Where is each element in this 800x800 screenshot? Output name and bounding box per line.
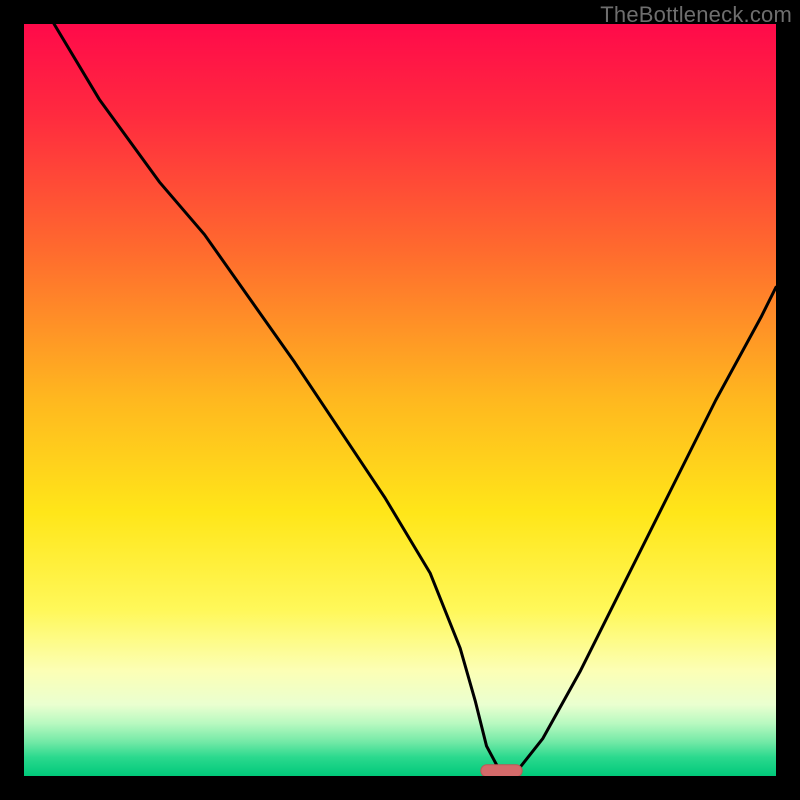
chart-frame: TheBottleneck.com bbox=[0, 0, 800, 800]
plot-area bbox=[24, 24, 776, 776]
watermark-text: TheBottleneck.com bbox=[600, 2, 792, 28]
gradient-background bbox=[24, 24, 776, 776]
bottleneck-chart bbox=[24, 24, 776, 776]
optimal-marker bbox=[481, 765, 522, 776]
